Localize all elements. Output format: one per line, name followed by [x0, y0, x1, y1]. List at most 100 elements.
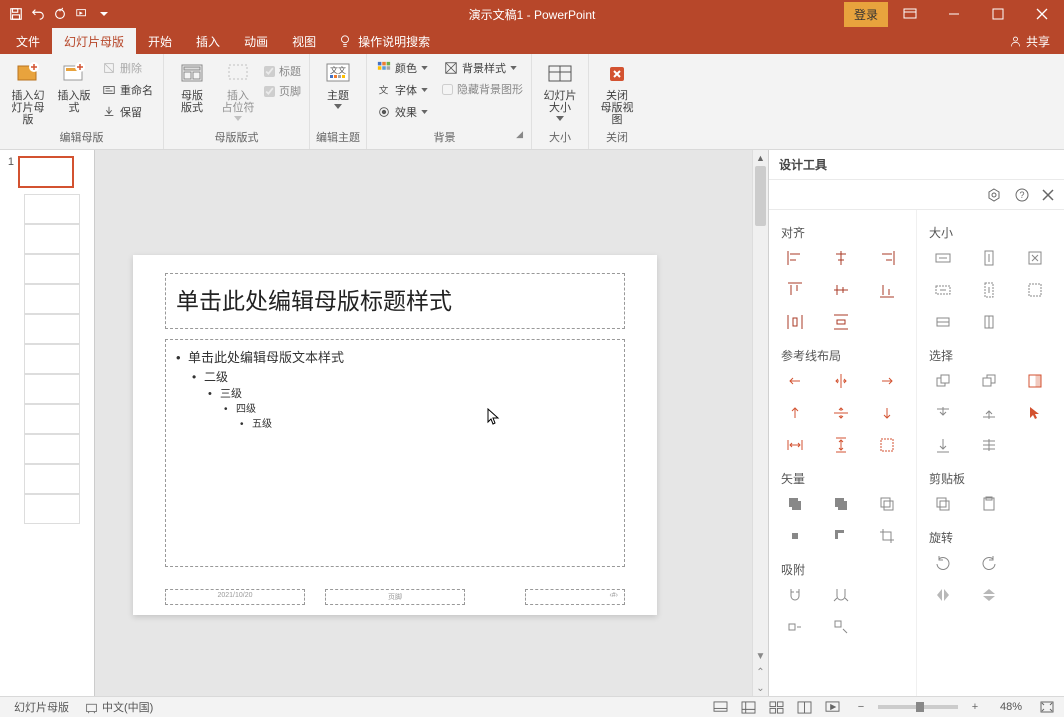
tab-view[interactable]: 视图 [280, 28, 328, 54]
distribute-v-icon[interactable] [827, 311, 855, 333]
size-preset-b-icon[interactable] [975, 311, 1003, 333]
combine-icon[interactable] [827, 493, 855, 515]
align-right-icon[interactable] [873, 247, 901, 269]
scroll-up-icon[interactable]: ▲ [753, 150, 768, 166]
pane-close-icon[interactable] [1042, 189, 1054, 201]
scroll-down-icon[interactable]: ▼ [753, 648, 768, 664]
insert-slide-master-button[interactable]: 插入幻 灯片母版 [6, 58, 50, 128]
redo-icon[interactable] [50, 4, 70, 24]
layout-thumbnail-2[interactable] [24, 224, 80, 254]
layout-thumbnail-4[interactable] [24, 284, 80, 314]
intersect-icon[interactable] [781, 525, 809, 547]
bg-styles-button[interactable]: 背景样式 [440, 58, 525, 78]
select-pane-icon[interactable] [1021, 370, 1049, 392]
tab-slide-master[interactable]: 幻灯片母版 [52, 28, 136, 54]
select-back-icon[interactable] [975, 370, 1003, 392]
ref-top-icon[interactable] [781, 402, 809, 424]
insert-placeholder-button[interactable]: 插入 占位符 [216, 58, 260, 123]
normal-view-icon[interactable] [738, 699, 760, 715]
dialog-launcher-icon[interactable]: ◢ [516, 129, 525, 140]
fragment-icon[interactable] [873, 493, 901, 515]
ref-centerh-icon[interactable] [827, 370, 855, 392]
ref-height-icon[interactable] [827, 434, 855, 456]
zoom-value[interactable]: 48% [992, 701, 1030, 713]
tab-home[interactable]: 开始 [136, 28, 184, 54]
next-slide-icon[interactable]: ⌄ [753, 680, 768, 696]
zoom-out-icon[interactable]: − [850, 699, 872, 715]
select-eq-icon[interactable] [975, 434, 1003, 456]
ref-bounds-icon[interactable] [873, 434, 901, 456]
effects-button[interactable]: 效果 [373, 102, 432, 122]
hide-bg-checkbox[interactable]: 隐藏背景图形 [440, 80, 525, 98]
crop-icon[interactable] [873, 525, 901, 547]
rename-button[interactable]: 重命名 [98, 80, 157, 100]
select-pointer-icon[interactable] [1021, 402, 1049, 424]
tab-insert[interactable]: 插入 [184, 28, 232, 54]
snap-guide-icon[interactable] [827, 616, 855, 638]
layout-thumbnail-3[interactable] [24, 254, 80, 284]
colors-button[interactable]: 颜色 [373, 58, 432, 78]
canvas-scroll[interactable]: 单击此处编辑母版标题样式 单击此处编辑母版文本样式 二级 三级 四级 五级 20… [95, 150, 752, 696]
ref-width-icon[interactable] [781, 434, 809, 456]
ribbon-options-icon[interactable] [888, 0, 932, 28]
title-checkbox[interactable]: 标题 [262, 62, 303, 80]
master-layout-button[interactable]: 母版 版式 [170, 58, 214, 116]
rotate-ccw-icon[interactable] [929, 552, 957, 574]
share-button[interactable]: 共享 [995, 28, 1064, 54]
date-placeholder[interactable]: 2021/10/20 [165, 589, 305, 605]
paste-icon[interactable] [975, 493, 1003, 515]
save-icon[interactable] [6, 4, 26, 24]
qat-dropdown-icon[interactable] [94, 4, 114, 24]
snap-magnet-icon[interactable] [781, 584, 809, 606]
start-from-beginning-icon[interactable] [72, 4, 92, 24]
layout-thumbnail-10[interactable] [24, 464, 80, 494]
snap-shape-icon[interactable] [781, 616, 809, 638]
align-center-icon[interactable] [827, 247, 855, 269]
ref-centerv-icon[interactable] [827, 402, 855, 424]
slideshow-icon[interactable] [822, 699, 844, 715]
close-icon[interactable] [1020, 0, 1064, 28]
tell-me[interactable]: 操作说明搜索 [328, 28, 440, 54]
zoom-slider-knob[interactable] [916, 702, 924, 712]
tab-animation[interactable]: 动画 [232, 28, 280, 54]
select-forward-icon[interactable] [929, 402, 957, 424]
rotate-cw-icon[interactable] [975, 552, 1003, 574]
size-shrink-w-icon[interactable] [929, 279, 957, 301]
align-middle-icon[interactable] [827, 279, 855, 301]
footer-checkbox[interactable]: 页脚 [262, 82, 303, 100]
slide-size-button[interactable]: 幻灯片 大小 [538, 58, 582, 123]
subtract-icon[interactable] [827, 525, 855, 547]
zoom-slider[interactable] [878, 705, 958, 709]
themes-button[interactable]: 文文 主题 [316, 58, 360, 111]
insert-layout-button[interactable]: 插入版式 [52, 58, 96, 116]
union-icon[interactable] [781, 493, 809, 515]
size-width-icon[interactable] [929, 247, 957, 269]
status-lang[interactable]: 中文(中国) [77, 699, 161, 715]
layout-thumbnail-8[interactable] [24, 404, 80, 434]
footer-placeholder[interactable]: 页脚 [325, 589, 465, 605]
size-both-icon[interactable] [1021, 247, 1049, 269]
layout-thumbnail-5[interactable] [24, 314, 80, 344]
select-backward-icon[interactable] [975, 402, 1003, 424]
slide-number-placeholder[interactable]: ‹#› [525, 589, 625, 605]
undo-icon[interactable] [28, 4, 48, 24]
align-bottom-icon[interactable] [873, 279, 901, 301]
pane-help-icon[interactable]: ? [1014, 187, 1030, 203]
layout-thumbnail-1[interactable] [24, 194, 80, 224]
layout-thumbnail-11[interactable] [24, 494, 80, 524]
tab-file[interactable]: 文件 [4, 28, 52, 54]
scroll-thumb[interactable] [755, 166, 766, 226]
copy-icon[interactable] [929, 493, 957, 515]
preserve-button[interactable]: 保留 [98, 102, 157, 122]
zoom-in-icon[interactable]: + [964, 699, 986, 715]
ref-left-icon[interactable] [781, 370, 809, 392]
layout-thumbnail-7[interactable] [24, 374, 80, 404]
title-placeholder[interactable]: 单击此处编辑母版标题样式 [165, 273, 625, 329]
maximize-icon[interactable] [976, 0, 1020, 28]
ref-right-icon[interactable] [873, 370, 901, 392]
master-thumbnail[interactable] [18, 156, 74, 188]
align-left-icon[interactable] [781, 247, 809, 269]
sorter-view-icon[interactable] [766, 699, 788, 715]
ref-bottom-icon[interactable] [873, 402, 901, 424]
notes-icon[interactable] [710, 699, 732, 715]
